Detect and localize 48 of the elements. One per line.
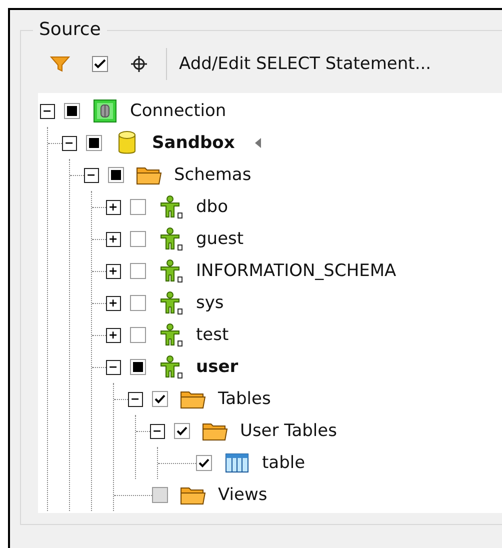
expand-icon[interactable] bbox=[106, 264, 121, 278]
tree-item-label[interactable]: sys bbox=[196, 293, 224, 313]
tree-item-label[interactable]: table bbox=[262, 453, 306, 473]
person-icon bbox=[159, 227, 183, 251]
collapse-icon[interactable] bbox=[84, 168, 99, 182]
checkbox[interactable] bbox=[196, 455, 212, 471]
checkbox[interactable] bbox=[130, 295, 146, 311]
tree-item-label[interactable]: User Tables bbox=[240, 421, 337, 441]
expand-icon[interactable] bbox=[106, 328, 121, 342]
checkbox[interactable] bbox=[130, 199, 146, 215]
collapse-icon[interactable] bbox=[150, 424, 165, 438]
tree-item-label[interactable]: dbo bbox=[196, 197, 228, 217]
person-icon bbox=[159, 323, 183, 347]
person-icon bbox=[159, 291, 183, 315]
tree-item-label[interactable]: Sandbox bbox=[152, 133, 235, 153]
collapse-icon[interactable] bbox=[40, 104, 55, 118]
person-icon bbox=[159, 355, 183, 379]
checkbox[interactable] bbox=[130, 231, 146, 247]
checkbox[interactable] bbox=[130, 359, 146, 375]
tree-item-label[interactable]: Tables bbox=[218, 389, 271, 409]
checkbox[interactable] bbox=[174, 423, 190, 439]
checkbox[interactable] bbox=[86, 135, 102, 151]
checkbox[interactable] bbox=[130, 327, 146, 343]
filter-icon[interactable] bbox=[50, 55, 70, 73]
checkbox[interactable] bbox=[108, 167, 124, 183]
tree-item-label[interactable]: INFORMATION_SCHEMA bbox=[196, 261, 396, 281]
expand-icon[interactable] bbox=[106, 200, 121, 214]
checkbox[interactable] bbox=[64, 103, 80, 119]
tree-item-label[interactable]: Connection bbox=[130, 101, 226, 121]
table-icon bbox=[225, 453, 249, 473]
database-icon bbox=[117, 130, 137, 156]
collapse-icon[interactable] bbox=[62, 136, 77, 150]
checkbox-icon[interactable] bbox=[92, 56, 108, 72]
expand-icon[interactable] bbox=[106, 232, 121, 246]
collapse-icon[interactable] bbox=[106, 360, 121, 374]
tree-item-label[interactable]: guest bbox=[196, 229, 244, 249]
checkbox[interactable] bbox=[152, 391, 168, 407]
collapse-icon[interactable] bbox=[128, 392, 143, 406]
tree-item-label[interactable]: user bbox=[196, 357, 238, 377]
person-icon bbox=[159, 259, 183, 283]
tree-item-label[interactable]: test bbox=[196, 325, 229, 345]
select-statement-button[interactable]: Add/Edit SELECT Statement... bbox=[175, 52, 436, 76]
checkbox[interactable] bbox=[130, 263, 146, 279]
crosshair-icon[interactable] bbox=[130, 55, 148, 73]
expand-icon[interactable] bbox=[106, 296, 121, 310]
tree-item-label[interactable]: Schemas bbox=[174, 165, 252, 185]
person-icon bbox=[159, 195, 183, 219]
connection-icon bbox=[93, 99, 117, 123]
